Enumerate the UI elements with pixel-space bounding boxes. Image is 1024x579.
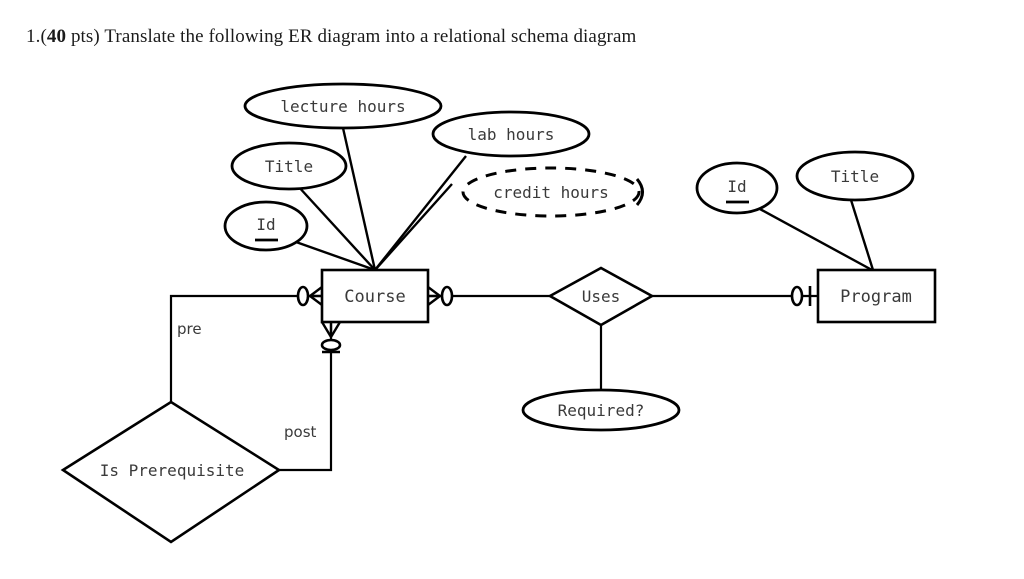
attribute-program-id-key[interactable]: Id [695, 161, 779, 215]
attribute-lab-hours[interactable]: lab hours [431, 110, 591, 158]
question-text: Translate the following ER diagram into … [99, 26, 637, 47]
points-suffix: pts) [66, 26, 100, 47]
cardinality-course-left-zero-or-many [296, 285, 323, 307]
question-number: 1. [26, 26, 41, 47]
entity-course-label: Course [344, 287, 405, 307]
relationship-is-prerequisite-label: Is Prerequisite [100, 461, 245, 480]
page-canvas: 1.(40 pts) Translate the following ER di… [0, 0, 1024, 579]
attribute-credit-hours-derived[interactable]: credit hours [461, 166, 644, 218]
role-label-post: post [284, 423, 317, 441]
attribute-lecture-hours[interactable]: lecture hours [243, 82, 443, 130]
relationship-uses[interactable]: Uses [547, 266, 655, 327]
attribute-lab-hours-label: lab hours [468, 125, 555, 144]
relationship-uses-label: Uses [582, 287, 621, 306]
attribute-course-title-label: Title [265, 157, 313, 176]
attribute-course-id-label: Id [256, 215, 275, 234]
attribute-course-title[interactable]: Title [230, 141, 348, 191]
attribute-uses-required[interactable]: Required? [521, 388, 681, 432]
entity-program-label: Program [840, 287, 912, 307]
er-diagram: Course Program Uses Is Prerequisite lect… [60, 82, 937, 544]
attribute-program-id-label: Id [727, 177, 746, 196]
attribute-program-title[interactable]: Title [795, 150, 915, 202]
connector-lab-hours-course [374, 155, 467, 271]
entity-program[interactable]: Program [816, 268, 937, 324]
connector-credit-hours-course [374, 183, 453, 271]
attribute-lecture-hours-label: lecture hours [280, 97, 405, 116]
relationship-is-prerequisite[interactable]: Is Prerequisite [60, 400, 282, 544]
connector-pre-path [169, 294, 322, 402]
attribute-uses-required-label: Required? [558, 401, 645, 420]
attribute-program-title-label: Title [831, 167, 879, 186]
entity-course[interactable]: Course [320, 268, 430, 324]
cardinality-course-bottom-zero-or-many [320, 321, 342, 354]
connector-lecture-hours-course [341, 127, 377, 271]
attribute-credit-hours-label: credit hours [493, 183, 609, 202]
attribute-course-id-key[interactable]: Id [223, 200, 309, 252]
cardinality-course-right-zero-or-many [427, 285, 454, 307]
role-label-pre: pre [177, 320, 202, 338]
points-value: 40 [46, 26, 67, 47]
connector-program-id [757, 206, 873, 272]
question-heading: 1.(40 pts) Translate the following ER di… [26, 26, 636, 48]
